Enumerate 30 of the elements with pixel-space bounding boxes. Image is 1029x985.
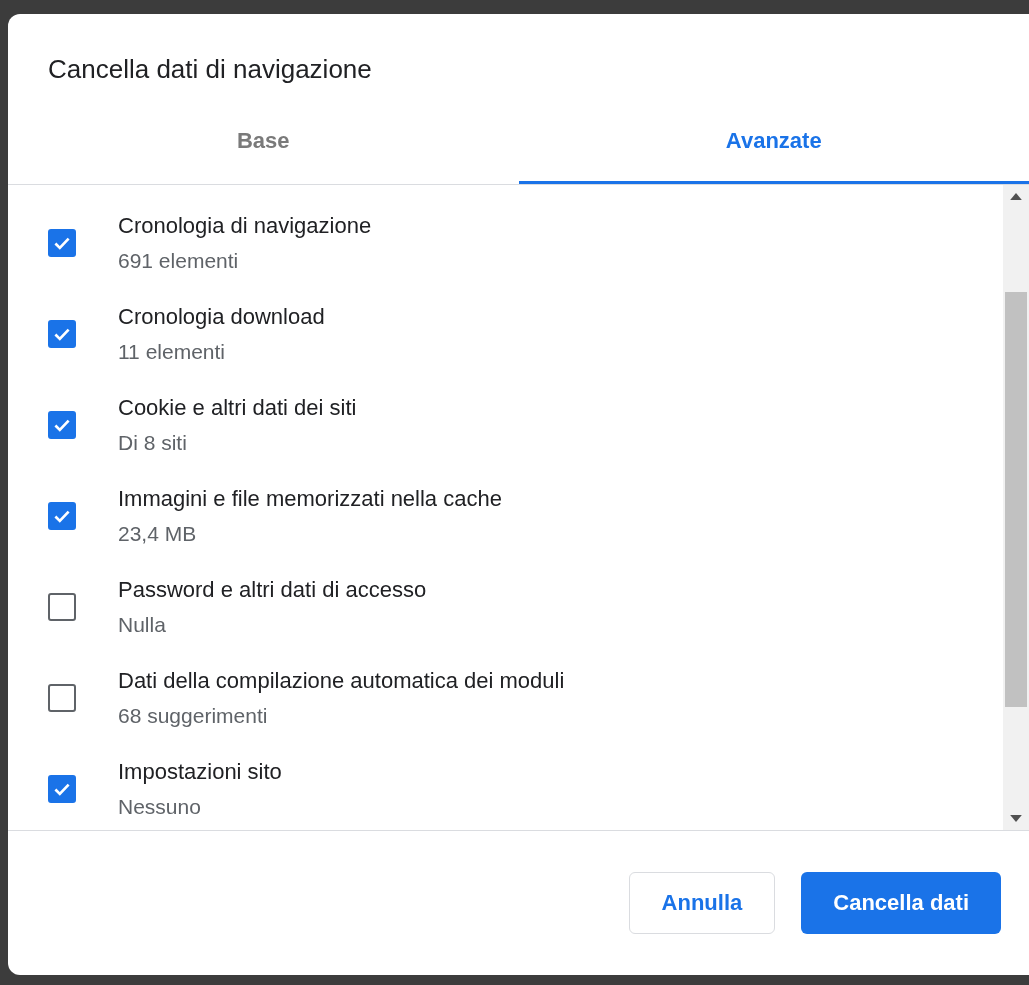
cancel-button[interactable]: Annulla (628, 872, 776, 934)
tab[interactable]: Base (8, 114, 519, 184)
option-label: Cronologia download (118, 303, 325, 330)
checkbox[interactable] (48, 592, 76, 621)
checkbox[interactable] (48, 683, 76, 712)
checkbox[interactable] (48, 228, 76, 257)
option-label: Cookie e altri dati dei siti (118, 394, 357, 421)
tab[interactable]: Avanzate (518, 114, 1029, 184)
option-label: Immagini e file memorizzati nella cache (118, 485, 502, 512)
dialog-title: Cancella dati di navigazione (47, 53, 373, 86)
option-detail: 68 suggerimenti (118, 703, 269, 728)
option-detail: Di 8 siti (118, 430, 188, 455)
option-detail: Nulla (118, 612, 167, 637)
scrollbar-thumb[interactable] (1005, 292, 1027, 707)
checkbox[interactable] (48, 319, 76, 348)
option-detail: 691 elementi (118, 248, 240, 273)
option-label: Password e altri dati di accesso (118, 576, 427, 603)
option-detail: 11 elementi (118, 339, 226, 364)
option-detail: Nessuno (118, 794, 202, 819)
checkbox[interactable] (48, 774, 76, 803)
scroll-up-icon[interactable] (1010, 193, 1022, 200)
option-detail: 23,4 MB (118, 521, 198, 546)
option-label: Dati della compilazione automatica dei moduli (118, 667, 565, 694)
scroll-down-icon[interactable] (1010, 815, 1022, 822)
scrollbar[interactable] (1003, 185, 1029, 830)
option-label: Impostazioni sito (118, 758, 282, 785)
confirm-button[interactable]: Cancella dati (801, 872, 1001, 934)
option-label: Cronologia di navigazione (118, 212, 372, 239)
checkbox[interactable] (48, 410, 76, 439)
checkbox[interactable] (48, 501, 76, 530)
